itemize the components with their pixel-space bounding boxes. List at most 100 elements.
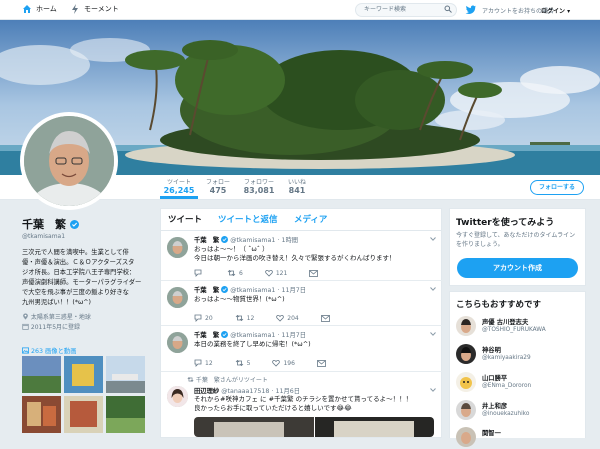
chevron-down-icon[interactable] (430, 388, 436, 392)
tweet-item[interactable]: 千葉 繁さんがリツイート 田辺理紗 @tanaaa17518 · 11月6日 そ… (161, 372, 443, 438)
nav-moments[interactable]: モーメント (70, 4, 119, 14)
recommended-user[interactable]: 井上和彦 @inouekazuhiko (456, 400, 581, 422)
tweet-author-handle: @tkamisama1 (230, 287, 276, 294)
tweet-timeline: ツイート ツイートと返信 メディア 千葉 繁 @tkamisama1 · 1時間… (160, 208, 443, 438)
tweet-avatar[interactable] (167, 332, 188, 353)
tweet-header: 千葉 繁 @tkamisama1 · 11月7日 (194, 286, 307, 294)
search-input[interactable]: キーワード検索 (355, 3, 457, 17)
recommended-user-avatar[interactable] (456, 316, 476, 336)
tweet-text-line: おっはよ〜〜！（ ˆωˆ ） (194, 245, 269, 253)
nav-moments-label: モーメント (84, 5, 119, 13)
media-thumbnail[interactable] (22, 396, 61, 433)
tweet-text-line: 今日は朝一から洋画の吹き替え！久々で緊張するがくわんばります！ (194, 254, 396, 262)
media-link-label: 263 画像と動画 (31, 348, 77, 355)
recommended-user[interactable]: 神谷明 @kamiyaakira29 (456, 344, 581, 366)
media-thumbnail[interactable] (106, 356, 145, 393)
dm-button[interactable] (320, 314, 330, 322)
tweet-media-preview[interactable] (194, 417, 434, 437)
tweet-author-name[interactable]: 千葉 繁 (194, 332, 219, 339)
tweet-time[interactable]: 1時間 (281, 237, 298, 244)
like-button[interactable]: 196 (272, 359, 295, 367)
recommendations-title: こちらもおすすめです (456, 300, 542, 310)
dm-button[interactable] (309, 269, 319, 277)
reply-button[interactable]: 12 (194, 359, 213, 367)
avatar-image (456, 344, 476, 364)
stat-tweets[interactable]: ツイート 26,245 (160, 177, 198, 199)
tweet-actions: 20 12 204 (194, 314, 352, 322)
tweet-avatar-image (167, 386, 188, 407)
bio-line: 三次元で人間を満喫中。生業として俳 (22, 249, 129, 256)
tweet-time[interactable]: 11月6日 (275, 388, 300, 395)
create-account-button[interactable]: アカウント作成 (457, 258, 578, 278)
tweet-avatar[interactable] (167, 287, 188, 308)
retweet-button[interactable]: 6 (227, 269, 243, 277)
retweet-icon (187, 377, 194, 382)
signup-subtitle: 今すぐ登録して、あなただけのタイムラインを作りましょう。 (456, 232, 576, 248)
tweet-time[interactable]: 11月7日 (281, 332, 306, 339)
recommended-user-name[interactable]: 関智一 (482, 428, 501, 437)
twitter-bird-icon[interactable] (465, 4, 477, 16)
dm-button[interactable] (317, 359, 326, 367)
tweet-avatar[interactable] (167, 237, 188, 258)
recommended-user[interactable]: 関智一 (456, 427, 581, 449)
recommended-user-name[interactable]: 山口勝平 (482, 373, 507, 382)
stat-following-value: 475 (209, 186, 227, 195)
recommended-user[interactable]: 山口勝平 @ENma_Dororon (456, 372, 581, 394)
recommended-user-avatar[interactable] (456, 344, 476, 364)
profile-name-row: 千葉 繁 (22, 216, 150, 232)
recommended-user-avatar[interactable] (456, 400, 476, 420)
recommended-user-name[interactable]: 神谷明 (482, 345, 501, 354)
tab-media[interactable]: メディア (294, 213, 327, 225)
verified-icon (221, 286, 229, 293)
search-icon[interactable] (444, 5, 452, 13)
location-pin-icon (23, 313, 28, 320)
recommended-user-name[interactable]: 井上和彦 (482, 401, 507, 410)
follow-button[interactable]: フォローする (530, 180, 584, 195)
tweet-author-name[interactable]: 千葉 繁 (194, 237, 219, 244)
tweet-author-name[interactable]: 田辺理紗 (194, 388, 219, 395)
chevron-down-icon[interactable] (430, 332, 436, 336)
stat-following[interactable]: フォロー 475 (204, 177, 232, 195)
verified-icon (221, 331, 229, 338)
tab-tweets-replies[interactable]: ツイートと返信 (218, 213, 278, 225)
like-button[interactable]: 204 (276, 314, 299, 322)
tweet-text-line: それから#咲神カフェ に #千葉繁 のチラシを置かせて貰ってるよ〜！！！ (194, 395, 413, 403)
recommended-user-name[interactable]: 声優 古川登志夫 (482, 317, 528, 326)
avatar-portrait (24, 116, 114, 206)
tweet-avatar[interactable] (167, 386, 188, 407)
timeline-tabs: ツイート ツイートと返信 メディア (161, 209, 441, 231)
like-button[interactable]: 121 (265, 269, 287, 277)
retweet-button[interactable]: 5 (235, 359, 251, 367)
tweet-author-name[interactable]: 千葉 繁 (194, 287, 219, 294)
envelope-icon (320, 314, 330, 322)
tweet-item[interactable]: 千葉 繁 @tkamisama1 · 1時間 おっはよ〜〜！（ ˆωˆ ） 今日… (161, 231, 443, 281)
profile-avatar[interactable] (20, 112, 118, 210)
chevron-down-icon[interactable] (430, 287, 436, 291)
media-thumbnail[interactable] (22, 356, 61, 393)
reply-button[interactable] (194, 269, 205, 277)
retweet-count: 5 (246, 359, 251, 367)
recommended-user-avatar[interactable] (456, 427, 476, 447)
media-link[interactable]: 263 画像と動画 (22, 346, 77, 355)
tweet-time[interactable]: 11月7日 (281, 287, 306, 294)
stat-followers[interactable]: フォロワー 83,081 (242, 177, 276, 195)
media-thumbnail[interactable] (64, 396, 103, 433)
signup-card: Twitterを使ってみよう 今すぐ登録して、あなただけのタイムラインを作りまし… (449, 208, 586, 286)
media-thumbnail[interactable] (64, 356, 103, 393)
tab-tweets[interactable]: ツイート (168, 213, 202, 225)
recommended-user[interactable]: 声優 古川登志夫 @TOSHIO_FURUKAWA (456, 316, 581, 338)
media-thumbnail[interactable] (106, 396, 145, 433)
nav-home[interactable]: ホーム (22, 4, 57, 14)
tweet-media-image (194, 417, 434, 437)
stat-likes[interactable]: いいね 841 (285, 177, 309, 195)
profile-handle[interactable]: @tkamisama1 (22, 233, 150, 240)
recommended-user-avatar[interactable] (456, 372, 476, 392)
chevron-down-icon[interactable] (430, 237, 436, 241)
tweet-item[interactable]: 千葉 繁 @tkamisama1 · 11月7日 本日の業務を終了し早めに帰宅！… (161, 326, 443, 372)
tweet-item[interactable]: 千葉 繁 @tkamisama1 · 11月7日 おっはよ〜〜物質世界！(*ω^… (161, 281, 443, 326)
tweet-text-line: おっはよ〜〜物質世界！(*ω^) (194, 295, 285, 303)
retweet-button[interactable]: 12 (235, 314, 254, 322)
login-link[interactable]: ログイン ▾ (541, 6, 570, 15)
reply-button[interactable]: 20 (194, 314, 213, 322)
bio-line: 九州男児ばい！！(*ω^) (22, 299, 91, 306)
